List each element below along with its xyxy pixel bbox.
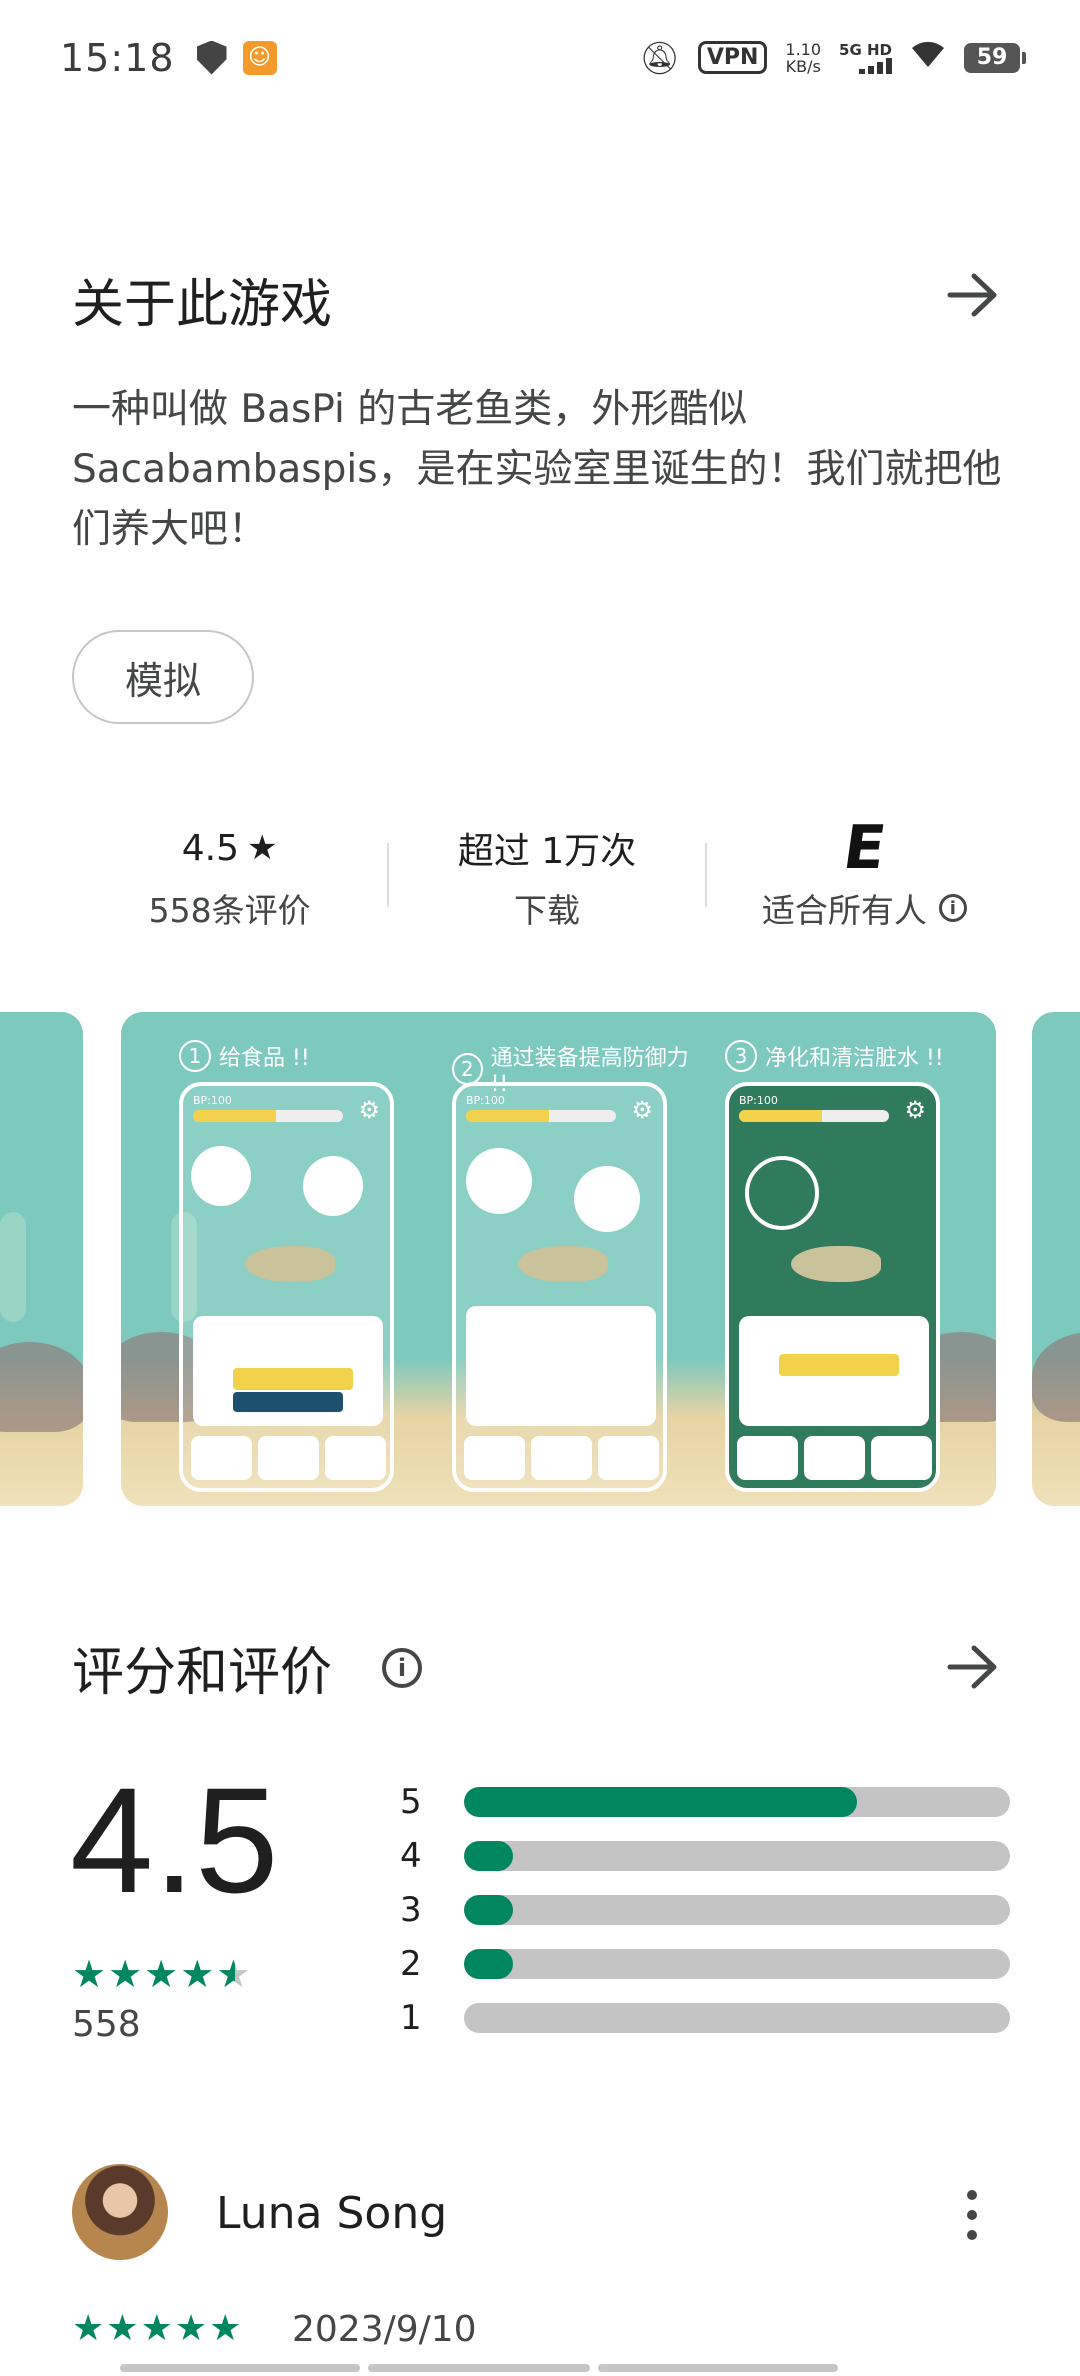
avatar xyxy=(72,2164,168,2260)
rating-bar-fill xyxy=(464,1895,514,1925)
rating-stat[interactable]: 4.5 ★ 558条评价 xyxy=(72,810,387,940)
phone-mockup: BP:100 ⚙ xyxy=(725,1082,940,1492)
signal-icon: 5G HD xyxy=(839,42,892,74)
fish-image xyxy=(518,1246,608,1282)
review-images-strip xyxy=(120,2364,838,2372)
esrb-e-icon: E xyxy=(838,813,890,883)
screenshot-main[interactable]: 1 给食品 !! BP:100 ⚙ 2 通过装备提高防御力 !! BP:100 xyxy=(121,1012,996,1506)
star-icon: ★ xyxy=(180,1952,215,1996)
rating-distribution: 5 4 3 2 1 xyxy=(400,1775,1010,2045)
fish-image xyxy=(245,1246,335,1282)
about-arrow-button[interactable] xyxy=(938,260,1008,330)
screenshot-panel: 2 通过装备提高防御力 !! BP:100 ⚙ xyxy=(452,1046,689,1492)
panel-number: 2 xyxy=(452,1052,483,1085)
star-icon: ★ xyxy=(106,2308,139,2349)
rating-bar-track xyxy=(464,1895,1010,1925)
rating-bar-track xyxy=(464,1841,1010,1871)
rating-bar-fill xyxy=(464,1949,514,1979)
content-rating-stat[interactable]: E 适合所有人 i xyxy=(707,810,1022,940)
average-rating: 4.5 xyxy=(70,1756,279,1924)
content-rating-label: 适合所有人 xyxy=(761,891,927,930)
screenshot-thumbnail[interactable] xyxy=(0,1012,83,1506)
downloads-value: 超过 1万次 xyxy=(457,831,637,872)
app-notification-icon: ☺ xyxy=(242,40,277,75)
battery-icon: 59 xyxy=(964,42,1026,73)
rating-bar-row: 3 xyxy=(400,1883,1010,1937)
about-title: 关于此游戏 xyxy=(72,275,333,335)
info-icon[interactable]: i xyxy=(382,1647,423,1688)
star-icon: ★ xyxy=(72,2308,105,2349)
screenshot-panel: 3 净化和清洁脏水 !! BP:100 ⚙ xyxy=(725,1040,944,1492)
rating-bar-track xyxy=(464,1787,1010,1817)
panel-number: 1 xyxy=(179,1040,211,1072)
panel-caption: 给食品 !! xyxy=(219,1046,310,1071)
screenshot-carousel[interactable]: 1 给食品 !! BP:100 ⚙ 2 通过装备提高防御力 !! BP:100 xyxy=(0,1012,1080,1506)
review-stars: ★ ★ ★ ★ ★ xyxy=(72,2310,241,2348)
shield-icon xyxy=(196,40,227,75)
network-type: 5G HD xyxy=(839,40,892,59)
rating-bar-label: 2 xyxy=(400,1944,422,1984)
star-icon: ★ xyxy=(108,1952,143,1996)
star-icon: ★ xyxy=(174,2308,208,2349)
screenshot-thumbnail[interactable] xyxy=(1032,1012,1080,1506)
gear-icon: ⚙ xyxy=(358,1096,380,1124)
rating-bar-row: 2 xyxy=(400,1937,1010,1991)
ratings-title: 评分和评价 xyxy=(72,1643,333,1703)
phone-mockup: BP:100 ⚙ xyxy=(452,1082,667,1492)
gear-icon: ⚙ xyxy=(631,1096,653,1124)
arrow-right-icon xyxy=(947,1645,997,1689)
rating-bar-label: 5 xyxy=(400,1782,422,1822)
review-date: 2023/9/10 xyxy=(292,2309,477,2350)
rating-bar-label: 1 xyxy=(400,1998,422,2038)
star-icon: ★ xyxy=(247,828,278,868)
bell-off-icon: 🔕︎ xyxy=(639,38,680,77)
panel-caption: 净化和清洁脏水 !! xyxy=(765,1046,944,1071)
rating-bar-label: 3 xyxy=(400,1890,422,1930)
fish-image xyxy=(791,1246,881,1282)
rating-bar-track xyxy=(464,1949,1010,1979)
downloads-stat: 超过 1万次 下载 xyxy=(389,810,704,940)
star-icon: ★ xyxy=(140,2308,173,2349)
wifi-icon xyxy=(910,39,946,77)
gear-icon: ⚙ xyxy=(904,1096,926,1124)
vpn-badge: VPN xyxy=(697,41,768,74)
rating-value: 4.5 xyxy=(181,827,240,869)
ratings-header: 评分和评价 i xyxy=(72,1630,423,1705)
rating-bar-row: 4 xyxy=(400,1829,1010,1883)
rating-bar-fill xyxy=(464,1787,858,1817)
star-icon: ★ xyxy=(72,1952,107,1996)
average-stars: ★ ★ ★ ★ ★ ★ xyxy=(72,1954,250,1994)
star-icon: ★ xyxy=(144,1952,179,1996)
panel-number: 3 xyxy=(725,1040,757,1072)
network-speed: 1.10 KB/s xyxy=(785,41,821,75)
rating-bar-fill xyxy=(464,1841,514,1871)
rating-bar-label: 4 xyxy=(400,1836,422,1876)
status-bar: 15:18 ☺ 🔕︎ VPN 1.10 KB/s 5G HD 59 xyxy=(0,0,1080,115)
star-half-icon: ★ ★ xyxy=(216,1952,251,1996)
reviews-label: 558条评价 xyxy=(148,891,311,930)
about-description: 一种叫做 BasPi 的古老鱼类，外形酷似 Sacabambaspis，是在实验… xyxy=(72,387,1002,552)
rating-count: 558 xyxy=(72,2004,141,2045)
star-icon: ★ xyxy=(209,2308,242,2349)
ratings-arrow-button[interactable] xyxy=(938,1632,1008,1702)
rating-bar-track xyxy=(464,2003,1010,2033)
phone-mockup: BP:100 ⚙ xyxy=(179,1082,394,1492)
screenshot-panel: 1 给食品 !! BP:100 ⚙ xyxy=(179,1040,394,1492)
info-icon[interactable]: i xyxy=(938,894,967,922)
network-speed-unit: KB/s xyxy=(785,56,821,76)
rating-bar-row: 1 xyxy=(400,1991,1010,2045)
rating-bar-row: 5 xyxy=(400,1775,1010,1829)
reviewer-name: Luna Song xyxy=(216,2188,448,2239)
genre-chip[interactable]: 模拟 xyxy=(72,630,254,724)
status-time: 15:18 xyxy=(60,35,175,80)
arrow-right-icon xyxy=(947,273,997,317)
more-vert-icon[interactable] xyxy=(952,2180,992,2250)
stats-row: 4.5 ★ 558条评价 超过 1万次 下载 E 适合所有人 i xyxy=(72,810,1022,940)
downloads-label: 下载 xyxy=(513,891,580,930)
